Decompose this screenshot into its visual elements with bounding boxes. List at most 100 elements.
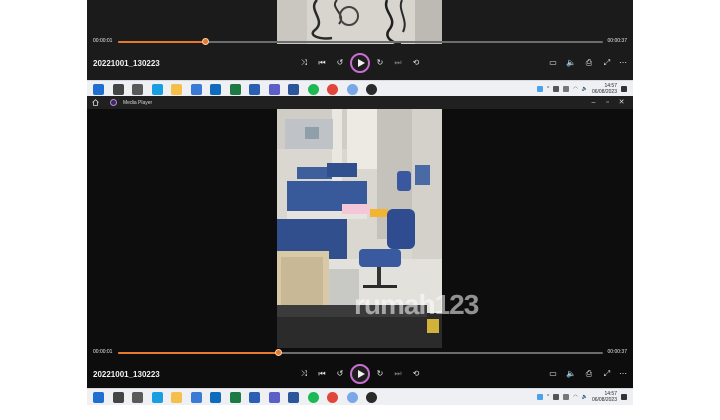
chrome-icon[interactable]	[327, 84, 338, 95]
top-seek-thumb[interactable]	[201, 38, 209, 45]
seek-fill	[118, 352, 279, 354]
window-title: Media Player	[123, 100, 153, 106]
battery-icon[interactable]	[563, 394, 570, 400]
top-play-button[interactable]	[350, 53, 370, 73]
rewind-10-icon[interactable]: ↺	[334, 57, 346, 69]
chevron-up-icon[interactable]: ^	[547, 86, 549, 92]
chrome-icon[interactable]	[327, 392, 338, 403]
top-seek-bar[interactable]	[118, 38, 603, 45]
title-bar: Media Player – ▫ ✕	[87, 96, 633, 109]
windows-start-icon[interactable]	[93, 392, 104, 403]
previous-icon[interactable]: ⏮	[316, 57, 328, 69]
windows-start-icon[interactable]	[93, 84, 104, 95]
excel-icon[interactable]	[229, 392, 241, 403]
word-icon[interactable]	[288, 84, 299, 95]
spotify-icon[interactable]	[307, 392, 319, 403]
search-icon[interactable]	[112, 392, 124, 403]
chevron-up-icon[interactable]: ^	[547, 394, 549, 400]
teams-icon[interactable]	[268, 84, 280, 95]
task-view-icon[interactable]	[132, 392, 143, 403]
spotify-icon[interactable]	[307, 84, 319, 95]
edge-icon[interactable]	[151, 392, 163, 403]
store-icon[interactable]	[190, 84, 202, 95]
maximize-button[interactable]: ▫	[603, 98, 612, 107]
task-view-icon[interactable]	[132, 84, 143, 95]
forward-30-icon[interactable]: ↻	[374, 368, 386, 380]
repeat-icon[interactable]: ⟲	[410, 368, 422, 380]
wifi-icon[interactable]: ◠	[573, 394, 577, 400]
top-media-player-window: 00:00:01 00:00:37 20221001_130223 ⤨ ⏮ ↺ …	[87, 0, 633, 80]
notification-icon[interactable]	[621, 394, 627, 400]
word-icon[interactable]	[288, 392, 299, 403]
fullscreen-icon[interactable]: ⤢	[601, 368, 613, 380]
play-button[interactable]	[350, 364, 370, 384]
seek-thumb[interactable]	[274, 349, 282, 356]
media-player-window: Media Player – ▫ ✕ rumah123 00:00:01 00:…	[87, 96, 633, 388]
top-file-name: 20221001_130223	[93, 59, 160, 68]
next-icon[interactable]: ⏭	[392, 368, 404, 380]
excel-icon[interactable]	[229, 84, 241, 95]
miniplayer-icon[interactable]: ▭	[547, 57, 559, 69]
bottom-taskbar: ^ ◠ 🔈 14:57 06/08/2023	[87, 388, 633, 405]
search-icon[interactable]	[112, 84, 124, 95]
outlook-icon[interactable]	[210, 392, 221, 403]
weather-icon[interactable]	[537, 86, 543, 92]
home-icon[interactable]	[92, 99, 99, 106]
file-explorer-icon[interactable]	[171, 84, 182, 95]
file-name: 20221001_130223	[93, 370, 160, 379]
bottom-system-tray: ^ ◠ 🔈 14:57 06/08/2023	[537, 390, 627, 404]
notification-icon[interactable]	[621, 86, 627, 92]
forward-30-icon[interactable]: ↻	[374, 57, 386, 69]
more-options-icon[interactable]: ⋯	[617, 368, 629, 380]
word-doc-icon[interactable]	[249, 392, 260, 403]
cast-icon[interactable]: ⎙	[583, 57, 595, 69]
player-controls: 00:00:01 00:00:37 20221001_130223 ⤨ ⏮ ↺ …	[87, 344, 633, 388]
close-button[interactable]: ✕	[617, 98, 626, 107]
word-doc-icon[interactable]	[249, 84, 260, 95]
weather-icon[interactable]	[537, 394, 543, 400]
battery-icon[interactable]	[563, 86, 570, 92]
cast-icon[interactable]: ⎙	[583, 368, 595, 380]
fullscreen-icon[interactable]: ⤢	[601, 57, 613, 69]
previous-icon[interactable]: ⏮	[316, 368, 328, 380]
shuffle-icon[interactable]: ⤨	[298, 368, 310, 380]
onedrive-icon[interactable]	[553, 394, 560, 400]
teams-icon[interactable]	[268, 392, 280, 403]
store-icon[interactable]	[190, 392, 202, 403]
rewind-10-icon[interactable]: ↺	[334, 368, 346, 380]
top-player-controls: 00:00:01 00:00:37 20221001_130223 ⤨ ⏮ ↺ …	[87, 33, 633, 77]
total-time: 00:00:37	[607, 349, 627, 355]
browser-icon[interactable]	[346, 392, 358, 403]
top-seek-fill	[118, 41, 206, 43]
seek-bar[interactable]	[118, 349, 603, 356]
file-explorer-icon[interactable]	[171, 392, 182, 403]
browser-icon[interactable]	[346, 84, 358, 95]
more-options-icon[interactable]: ⋯	[617, 57, 629, 69]
volume-icon[interactable]: 🔈	[565, 368, 577, 380]
next-icon[interactable]: ⏭	[392, 57, 404, 69]
repeat-icon[interactable]: ⟲	[410, 57, 422, 69]
speaker-icon[interactable]: 🔈	[582, 394, 588, 400]
watermark-text: rumah123	[354, 289, 479, 320]
elapsed-time: 00:00:01	[93, 349, 113, 355]
edge-icon[interactable]	[151, 84, 163, 95]
outlook-icon[interactable]	[210, 84, 221, 95]
top-taskbar: ^ ◠ 🔈 14:57 06/08/2023	[87, 80, 633, 97]
media-player-icon[interactable]	[366, 84, 377, 95]
shuffle-icon[interactable]: ⤨	[298, 57, 310, 69]
top-clock-date: 06/08/2023	[591, 89, 617, 95]
minimize-button[interactable]: –	[589, 98, 598, 107]
top-clock[interactable]: 14:57 06/08/2023	[592, 83, 617, 95]
top-total-time: 00:00:37	[607, 38, 627, 44]
speaker-icon[interactable]: 🔈	[582, 86, 588, 92]
bottom-clock-date: 06/08/2023	[591, 397, 617, 403]
onedrive-icon[interactable]	[553, 86, 560, 92]
top-system-tray: ^ ◠ 🔈 14:57 06/08/2023	[537, 82, 627, 96]
wifi-icon[interactable]: ◠	[573, 86, 577, 92]
miniplayer-icon[interactable]: ▭	[547, 368, 559, 380]
media-player-icon[interactable]	[366, 392, 377, 403]
top-elapsed-time: 00:00:01	[93, 38, 113, 44]
media-player-app-icon	[110, 99, 117, 106]
volume-icon[interactable]: 🔈	[565, 57, 577, 69]
bottom-clock[interactable]: 14:57 06/08/2023	[592, 391, 617, 403]
